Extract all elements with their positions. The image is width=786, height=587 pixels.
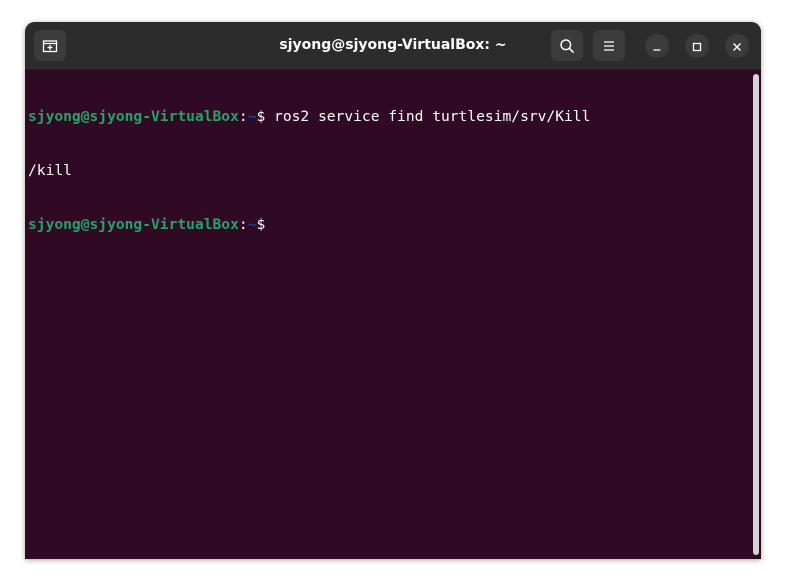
scrollbar[interactable] bbox=[753, 74, 759, 555]
close-icon bbox=[732, 37, 742, 56]
prompt-symbol: $ bbox=[256, 216, 266, 233]
menu-button[interactable] bbox=[593, 30, 625, 61]
minimize-icon bbox=[652, 37, 662, 56]
close-button[interactable] bbox=[725, 34, 749, 58]
prompt-user-host: sjyong@sjyong-VirtualBox bbox=[28, 216, 239, 233]
search-icon bbox=[559, 38, 575, 54]
terminal-line: sjyong@sjyong-VirtualBox:~$ bbox=[28, 216, 590, 234]
command-output: /kill bbox=[28, 162, 72, 179]
new-tab-icon bbox=[42, 39, 58, 53]
new-tab-button[interactable] bbox=[34, 30, 66, 61]
prompt-symbol: $ bbox=[256, 108, 266, 125]
terminal-line: sjyong@sjyong-VirtualBox:~$ ros2 service… bbox=[28, 108, 590, 126]
minimize-button[interactable] bbox=[645, 34, 669, 58]
maximize-button[interactable] bbox=[685, 34, 709, 58]
prompt-separator: : bbox=[238, 108, 248, 125]
terminal-text: sjyong@sjyong-VirtualBox:~$ ros2 service… bbox=[28, 72, 590, 270]
maximize-icon bbox=[692, 37, 702, 56]
search-button[interactable] bbox=[551, 30, 583, 61]
terminal-window: sjyong@sjyong-VirtualBox: ~ sjyong@sjyon… bbox=[25, 22, 761, 559]
command-text: ros2 service find turtlesim/srv/Kill bbox=[265, 108, 591, 125]
hamburger-menu-icon bbox=[602, 40, 616, 52]
prompt-user-host: sjyong@sjyong-VirtualBox bbox=[28, 108, 239, 125]
terminal-line: /kill bbox=[28, 162, 590, 180]
terminal-output-area[interactable]: sjyong@sjyong-VirtualBox:~$ ros2 service… bbox=[25, 70, 761, 559]
title-bar[interactable]: sjyong@sjyong-VirtualBox: ~ bbox=[25, 22, 761, 70]
prompt-separator: : bbox=[238, 216, 248, 233]
